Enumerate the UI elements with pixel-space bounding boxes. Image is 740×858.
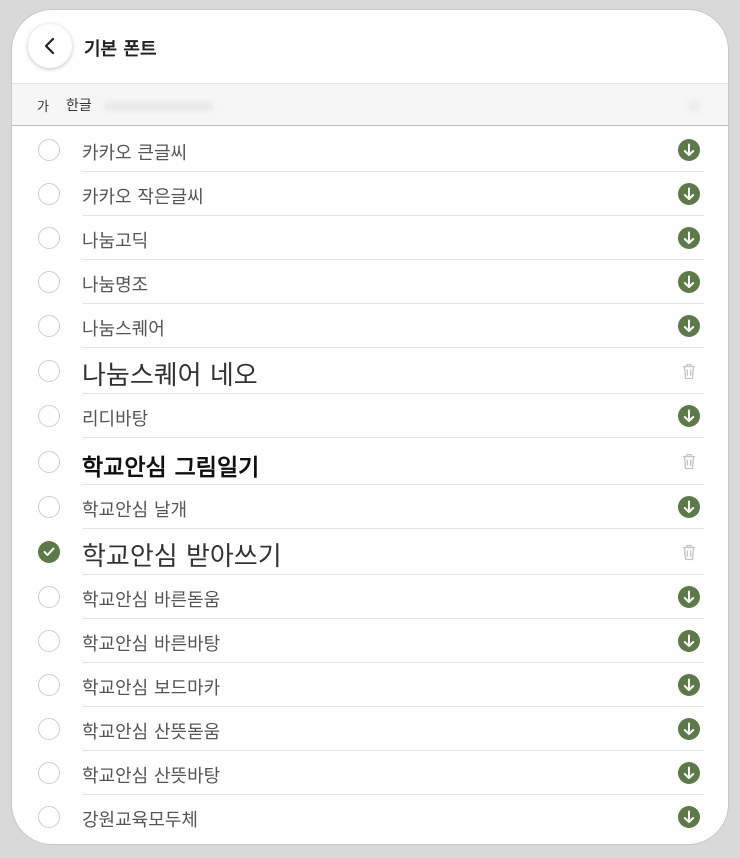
font-settings-sheet: 기본 폰트 가 한글 카카오 큰글씨카카오 작은글씨나눔고딕나눔명조나눔스퀘어나… [12,10,728,844]
radio-button[interactable] [38,718,60,740]
download-button[interactable] [678,630,700,652]
font-name: 학교안심 보드마카 [82,678,221,700]
font-name: 카카오 작은글씨 [82,187,204,209]
page-title: 기본 폰트 [84,39,157,60]
radio-button[interactable] [38,806,60,828]
download-icon [683,231,695,245]
download-button[interactable] [678,405,700,427]
delete-button[interactable] [678,451,700,473]
delete-button[interactable] [678,541,700,563]
language-filter-bar[interactable]: 가 한글 [12,84,728,125]
font-name: 학교안심 산뜻돋움 [82,722,221,744]
download-button[interactable] [678,183,700,205]
download-icon [683,678,695,692]
download-icon [683,500,695,514]
radio-button[interactable] [38,674,60,696]
font-row[interactable]: 학교안심 산뜻돋움 [12,707,728,751]
download-button[interactable] [678,271,700,293]
download-icon [683,722,695,736]
font-name: 나눔고딕 [82,231,149,253]
download-icon [683,143,695,157]
font-row[interactable]: 학교안심 날개 [12,485,728,529]
font-row[interactable]: 강원교육모두체 [12,795,728,839]
font-row[interactable]: 나눔명조 [12,260,728,304]
font-row[interactable]: 나눔스퀘어 네오 [12,348,728,394]
font-name: 나눔스퀘어 네오 [82,361,258,392]
font-sample-glyph: 가 [37,100,49,115]
font-name: 리디바탕 [82,409,149,431]
font-name: 학교안심 산뜻바탕 [82,766,221,788]
font-name: 학교안심 바른바탕 [82,634,221,656]
download-icon [683,766,695,780]
download-icon [683,810,695,824]
radio-button[interactable] [38,586,60,608]
font-name: 학교안심 그림일기 [82,454,260,481]
radio-button[interactable] [38,762,60,784]
download-button[interactable] [678,762,700,784]
download-icon [683,319,695,333]
font-row[interactable]: 학교안심 바른돋움 [12,575,728,619]
radio-button[interactable] [38,271,60,293]
download-icon [683,187,695,201]
font-row[interactable]: 카카오 작은글씨 [12,172,728,216]
download-icon [683,409,695,423]
download-button[interactable] [678,718,700,740]
font-row[interactable]: 학교안심 보드마카 [12,663,728,707]
font-row[interactable]: 학교안심 바른바탕 [12,619,728,663]
font-row[interactable]: 학교안심 그림일기 [12,438,728,485]
radio-button[interactable] [38,450,60,473]
download-button[interactable] [678,227,700,249]
download-icon [683,634,695,648]
download-button[interactable] [678,315,700,337]
font-name: 학교안심 받아쓰기 [82,542,282,573]
download-icon [683,590,695,604]
download-icon [683,275,695,289]
download-button[interactable] [678,806,700,828]
radio-button[interactable] [38,360,60,382]
download-button[interactable] [678,674,700,696]
font-row[interactable]: 학교안심 산뜻바탕 [12,751,728,795]
download-button[interactable] [678,139,700,161]
font-name: 학교안심 날개 [82,500,188,522]
trash-icon [682,453,696,470]
font-row[interactable]: 리디바탕 [12,394,728,438]
language-filter-label[interactable]: 한글 [66,95,92,115]
chevron-left-icon [43,37,57,55]
header: 기본 폰트 [12,10,728,84]
font-name: 나눔명조 [82,275,149,297]
back-button[interactable] [28,24,72,68]
delete-button[interactable] [678,360,700,382]
radio-button[interactable] [38,227,60,249]
radio-checked[interactable] [38,541,60,563]
radio-button[interactable] [38,630,60,652]
filter-placeholder-right [688,100,700,112]
radio-button[interactable] [38,315,60,337]
radio-button[interactable] [38,405,60,427]
download-button[interactable] [678,586,700,608]
font-name: 학교안심 바른돋움 [82,590,221,612]
radio-button[interactable] [38,183,60,205]
font-row[interactable]: 카카오 큰글씨 [12,128,728,172]
font-name: 강원교육모두체 [82,810,198,832]
checkmark-icon [43,547,55,557]
font-name: 나눔스퀘어 [82,319,165,341]
radio-button[interactable] [38,496,60,518]
font-name: 카카오 큰글씨 [82,143,188,165]
font-row[interactable]: 학교안심 받아쓰기 [12,529,728,575]
download-button[interactable] [678,496,700,518]
trash-icon [682,363,696,380]
trash-icon [682,544,696,561]
filter-placeholder [104,101,214,111]
divider [12,125,728,126]
radio-button[interactable] [38,139,60,161]
font-row[interactable]: 나눔스퀘어 [12,304,728,348]
font-row[interactable]: 나눔고딕 [12,216,728,260]
